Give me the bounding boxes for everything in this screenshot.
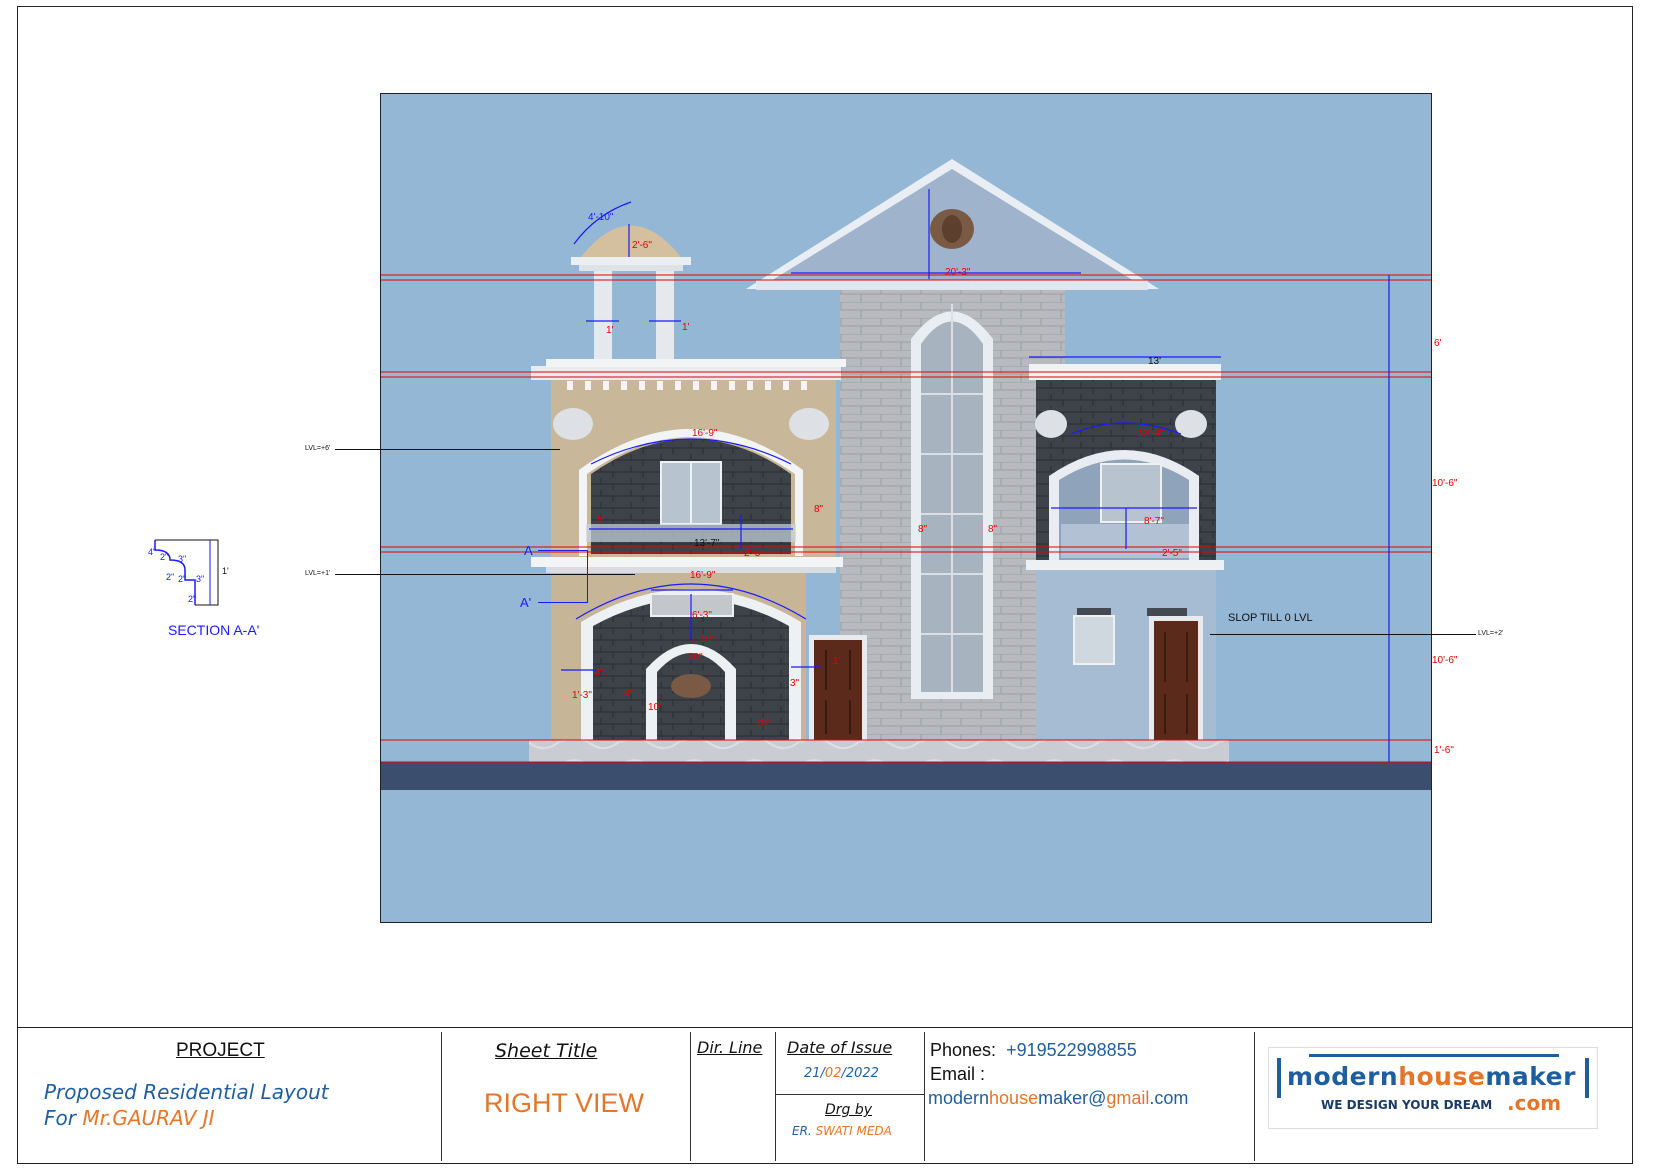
section-dim-1: 4" xyxy=(148,547,157,557)
section-dim-5: 2" xyxy=(178,574,187,584)
dim-win-8b: 8" xyxy=(814,504,824,515)
drg-by-heading: Drg by xyxy=(825,1102,873,1118)
dim-small-1-3: 1'-3" xyxy=(572,690,592,701)
dim-slot-8a: 8" xyxy=(918,524,928,535)
dim-col-1: 1' xyxy=(606,325,614,336)
dim-door-arch: 6'-3" xyxy=(692,610,712,621)
section-dim-4: 2" xyxy=(166,572,175,582)
dim-right-rail: 2'-5" xyxy=(1162,548,1182,559)
section-dim-7: 2" xyxy=(188,594,197,604)
section-dim-6: 3" xyxy=(196,574,205,584)
level-label-plus1: LVL=+1' xyxy=(305,570,331,577)
dim-arch-mid: 16'-9" xyxy=(690,570,716,581)
project-line2: For Mr.GAURAV JI xyxy=(44,1106,215,1130)
dim-dome-height: 2'-6" xyxy=(632,240,652,251)
logo-wordmark: modernhousemaker xyxy=(1287,1062,1576,1091)
section-detail xyxy=(154,539,219,606)
client-name: Mr.GAURAV JI xyxy=(82,1106,215,1130)
section-label: SECTION A-A' xyxy=(168,622,260,638)
logo-bar-left xyxy=(1277,1058,1281,1098)
sheet-title-value: RIGHT VIEW xyxy=(484,1088,645,1118)
dim-gable-width: 20'-3" xyxy=(945,267,971,278)
dim-right-6: 6' xyxy=(1434,338,1442,349)
date-drg-divider xyxy=(775,1094,924,1095)
level-leader-plus1 xyxy=(335,574,635,575)
company-logo: modernhousemaker WE DESIGN YOUR DREAM .c… xyxy=(1268,1047,1598,1129)
email-label: Email : xyxy=(930,1064,986,1084)
dim-right-1-6: 1'-6" xyxy=(1434,745,1454,756)
dim-small-3b: 3" xyxy=(790,678,800,689)
section-dim-3: 3" xyxy=(178,554,187,564)
dim-right-10-6b: 10'-6" xyxy=(1432,655,1458,666)
section-cut-line xyxy=(587,550,588,602)
phones-row: Phones: +919522998855 xyxy=(930,1040,1137,1060)
level-leader-plus6 xyxy=(335,449,560,450)
section-dim-2: 2" xyxy=(160,552,169,562)
elevation-render xyxy=(380,93,1432,923)
section-line-a-prime xyxy=(538,602,588,603)
date-heading: Date of Issue xyxy=(787,1038,893,1057)
dim-door-10: 10" xyxy=(700,634,715,645)
issue-date: 21/02/2022 xyxy=(804,1066,879,1081)
logo-bar-right xyxy=(1585,1058,1589,1098)
dim-dome-arc: 4'-10" xyxy=(588,212,614,223)
logo-top-rule xyxy=(1309,1054,1559,1057)
dim-win-8a: 8" xyxy=(597,514,607,525)
dim-col-2: 1' xyxy=(682,322,690,333)
section-marker-a-prime: A' xyxy=(520,595,532,610)
logo-com: .com xyxy=(1507,1091,1562,1115)
logo-tagline: WE DESIGN YOUR DREAM xyxy=(1321,1098,1493,1112)
level-leader-plus2 xyxy=(1210,634,1476,635)
drg-by-name: ER. SWATI MEDA xyxy=(792,1124,892,1138)
dim-vert-10: 10" xyxy=(688,652,703,663)
dim-arch-upper: 16'-9" xyxy=(692,428,718,439)
dim-small-3a: 3" xyxy=(624,688,634,699)
level-label-plus6: LVL=+6' xyxy=(305,445,331,452)
project-heading: PROJECT xyxy=(176,1040,265,1061)
dim-small-10a: 10" xyxy=(648,702,663,713)
dim-small-4: 4" xyxy=(594,668,604,679)
email-address[interactable]: modernhousemaker@gmail.com xyxy=(928,1088,1188,1109)
elevation-drawing xyxy=(381,94,1431,922)
dim-right-balcony: 8'-7" xyxy=(1144,516,1164,527)
dim-balcony-width: 13'-7" xyxy=(694,538,720,549)
dim-slot-8b: 8" xyxy=(988,524,998,535)
dim-right-block-width: 13' xyxy=(1148,356,1162,367)
dir-line-heading: Dir. Line xyxy=(697,1038,763,1057)
phone-number[interactable]: +919522998855 xyxy=(1006,1040,1137,1060)
section-line-a xyxy=(538,550,588,551)
dim-small-10b: 10" xyxy=(756,718,771,729)
level-label-plus2: LVL=+2' xyxy=(1478,630,1504,637)
section-dim-8: 1' xyxy=(222,566,229,576)
dim-right-arch: 13'-4" xyxy=(1138,428,1164,439)
dim-right-10-6a: 10'-6" xyxy=(1432,478,1458,489)
project-line1: Proposed Residential Layout xyxy=(44,1080,329,1104)
section-marker-a: A xyxy=(524,543,533,558)
sheet-title-heading: Sheet Title xyxy=(495,1040,598,1062)
dim-small-1: 1' xyxy=(833,656,841,667)
dim-rail-height: 2'-5" xyxy=(744,548,764,559)
slop-note: SLOP TILL 0 LVL xyxy=(1228,612,1313,624)
